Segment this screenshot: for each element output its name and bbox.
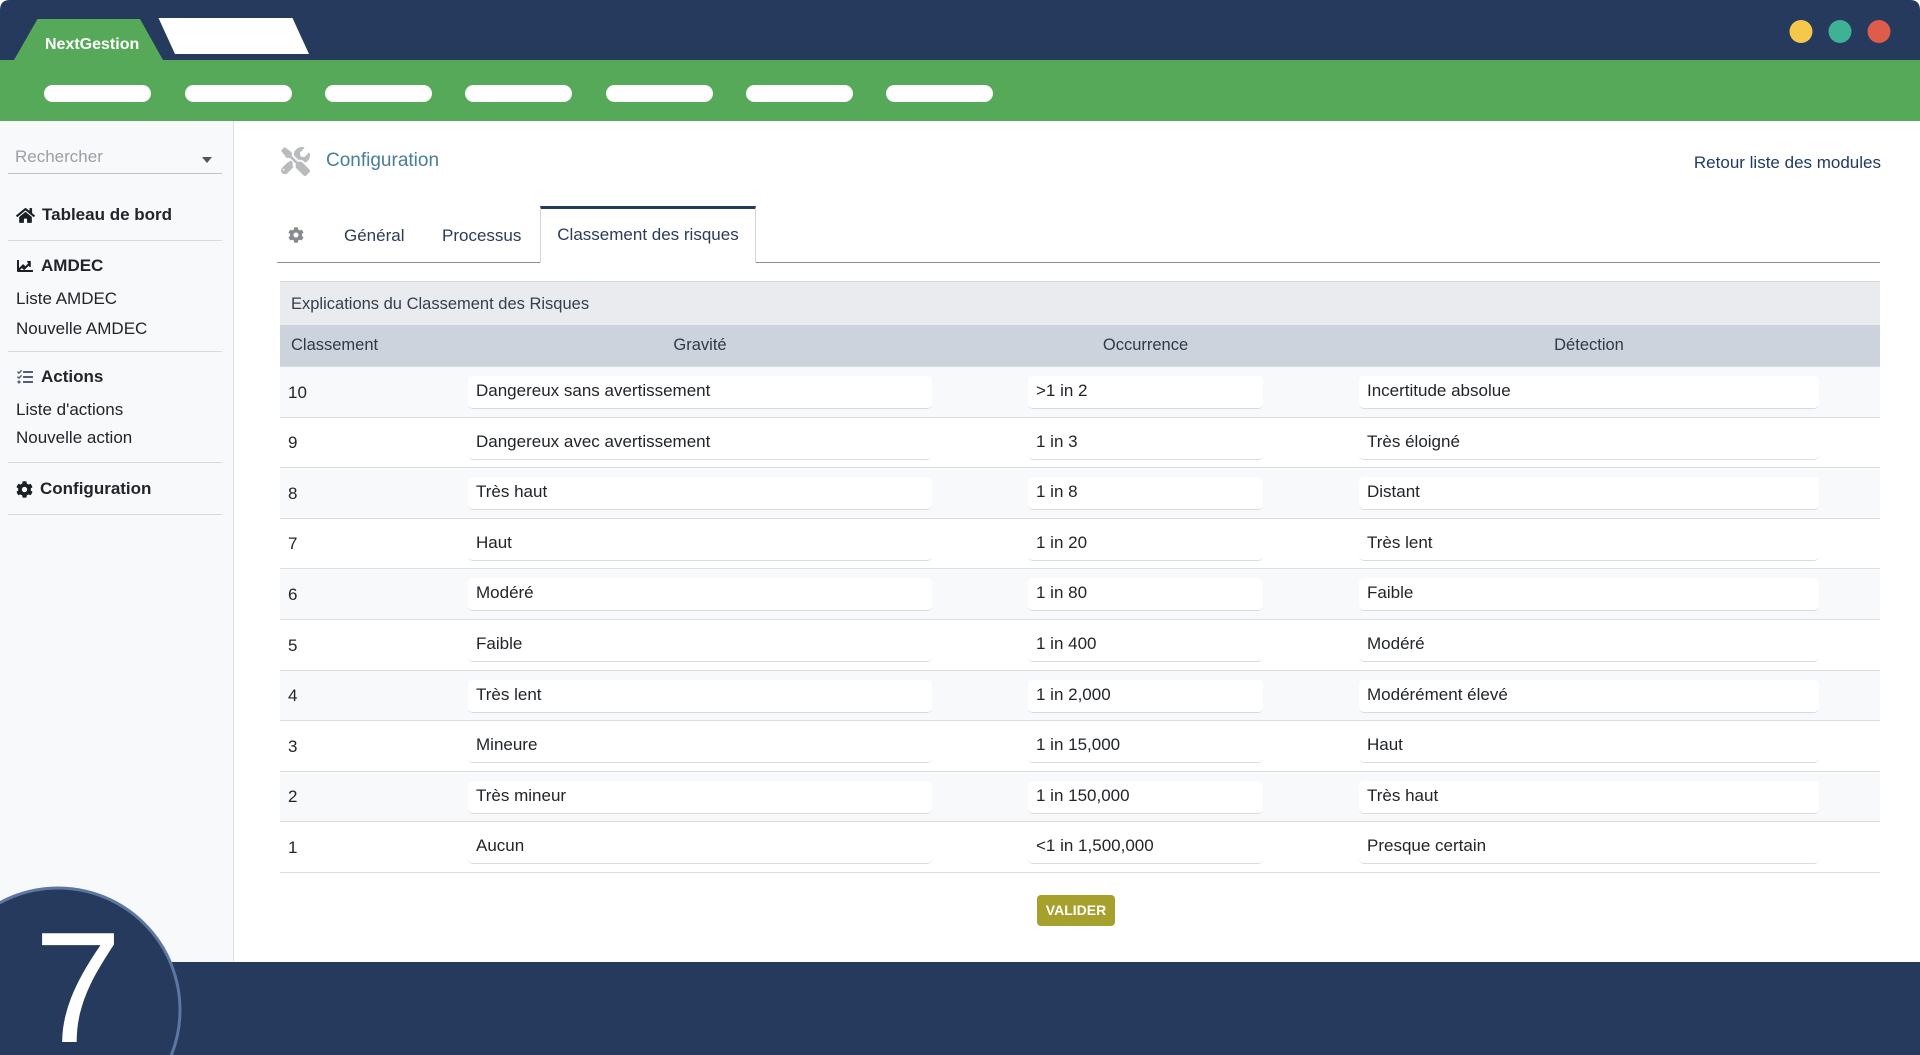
- svg-text:NextGestion: NextGestion: [45, 36, 139, 53]
- svg-text:7: 7: [34, 900, 122, 1055]
